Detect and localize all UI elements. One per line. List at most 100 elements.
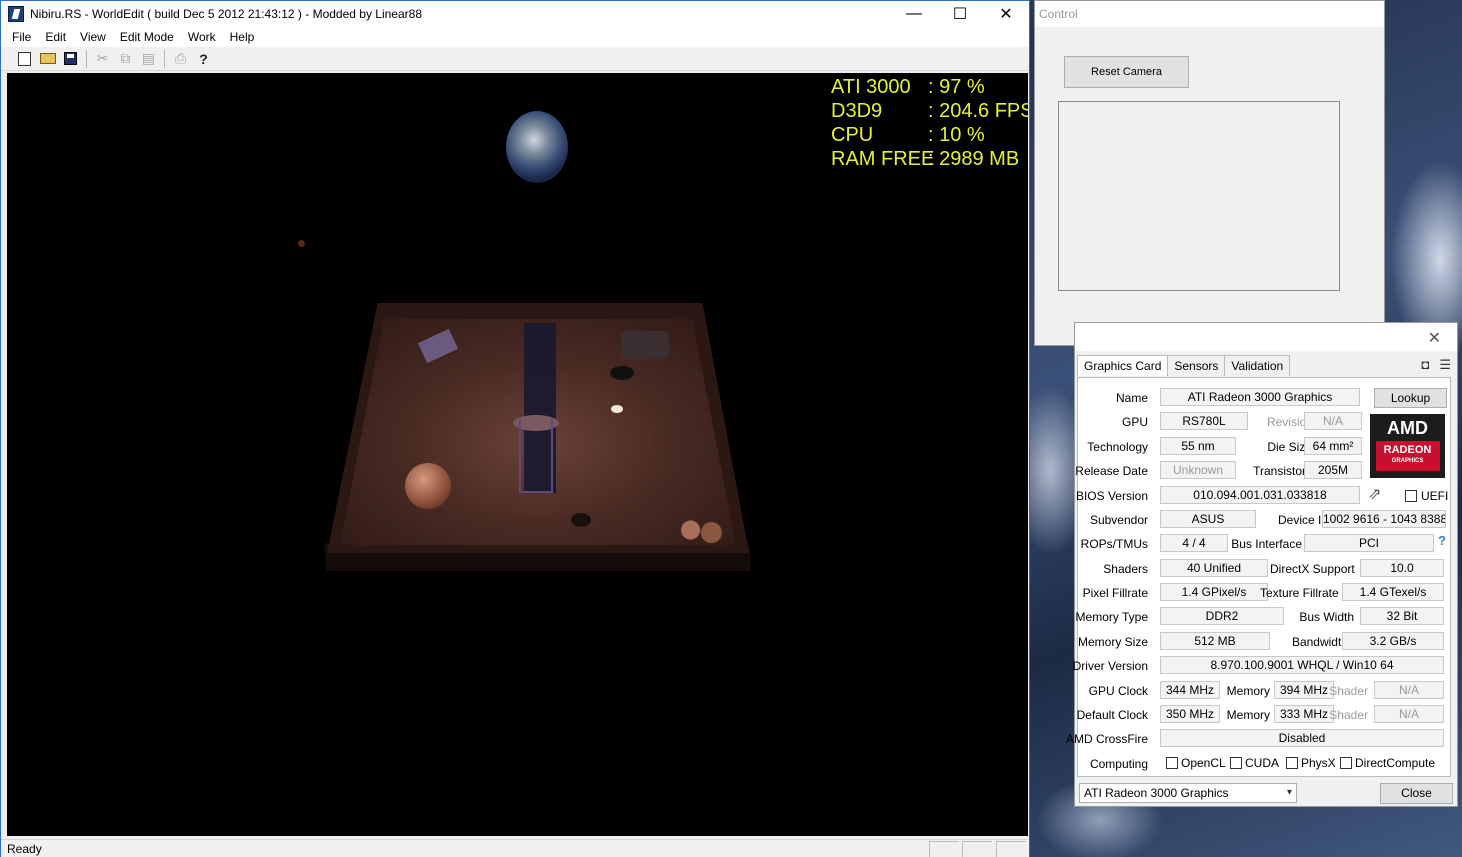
card-select[interactable]: ATI Radeon 3000 Graphics ▾ [1079,783,1297,803]
default-shader-field: N/A [1374,705,1444,723]
pixel-fillrate-label: Pixel Fillrate [1082,586,1148,600]
bandwidth-field: 3.2 GB/s [1342,632,1444,650]
cuda-label: CUDA [1245,756,1280,770]
gpu-clock-label: GPU Clock [1088,684,1148,698]
directx-support-field: 10.0 [1360,559,1444,577]
cut-button[interactable]: ✂ [91,48,114,70]
3d-viewport[interactable]: ATI 3000: 97 % D3D9: 204.6 FPS CPU: 10 %… [7,73,1028,836]
stat-ram: RAM FREE: 2989 MB [831,147,1028,171]
pots-object [675,517,727,543]
bus-interface-label: Bus Interface [1231,537,1302,551]
memory-size-label: Memory Size [1077,635,1148,649]
maximize-button[interactable]: ☐ [937,1,983,27]
radeon-text: RADEON [1383,444,1432,456]
physx-label: PhysX [1301,756,1336,770]
graphics-card-panel: Name ATI Radeon 3000 Graphics Lookup GPU… [1066,377,1451,777]
open-button[interactable] [36,48,59,70]
device-id-field: 1002 9616 - 1043 8388 [1322,510,1446,528]
menu-view[interactable]: View [73,27,113,47]
subvendor-field: ASUS [1160,510,1256,528]
die-size-label: Die Size [1267,440,1312,454]
copy-icon: ⧉ [120,50,131,66]
tab-sensors[interactable]: Sensors [1167,355,1226,376]
menu-icon[interactable]: ☰ [1439,357,1451,373]
machine-object [621,331,669,359]
directcompute-checkbox[interactable] [1340,757,1352,769]
save-disk-icon [64,52,77,65]
shaders-label: Shaders [1103,562,1148,576]
gpu-label: GPU [1121,415,1148,429]
texture-fillrate-label: Texture Fillrate [1260,586,1339,600]
memory-clock-label: Memory [1226,684,1270,698]
default-memory-field: 333 MHz [1274,705,1334,723]
directcompute-label: DirectCompute [1355,756,1436,770]
texture-fillrate-field: 1.4 GTexel/s [1342,583,1444,601]
menu-help[interactable]: Help [223,27,262,47]
rops-tmus-label: ROPs/TMUs [1080,537,1148,551]
cuda-checkbox[interactable] [1230,757,1242,769]
memory-size-field: 512 MB [1160,632,1270,650]
stat-label: CPU [831,124,874,146]
amd-radeon-logo: AMD RADEON GRAPHICS [1370,414,1445,478]
physx-checkbox[interactable] [1286,757,1298,769]
gpuz-title-bar[interactable]: ✕ [1075,323,1457,351]
disc-object [610,366,634,380]
menu-edit[interactable]: Edit [38,27,73,47]
menu-file[interactable]: File [5,27,38,47]
tab-graphics-card[interactable]: Graphics Card [1077,355,1169,376]
reset-camera-button[interactable]: Reset Camera [1064,56,1189,88]
crossfire-field: Disabled [1160,729,1444,747]
status-pane [962,841,992,857]
paste-button[interactable]: ▤ [137,48,160,70]
status-bar: Ready [1,839,1029,857]
shader-clock-label: Shader [1329,684,1368,698]
stat-label: D3D9 [831,100,883,122]
print-button[interactable]: ⎙ [169,48,192,70]
question-icon[interactable]: ? [1438,533,1446,548]
app-icon [8,6,24,22]
stat-gpu: ATI 3000: 97 % [831,75,1028,99]
name-label: Name [1115,391,1148,405]
memory-type-field: DDR2 [1160,607,1284,625]
toolbar-separator [164,49,165,68]
new-file-icon [18,51,31,66]
memory-clock-field: 394 MHz [1274,681,1334,699]
gpuz-close-button[interactable]: Close [1380,783,1453,804]
paste-icon: ▤ [141,50,156,66]
minimize-button[interactable]: — [891,1,937,27]
opencl-label: OpenCL [1181,756,1226,770]
scissors-icon: ✂ [96,50,109,66]
menu-edit-mode[interactable]: Edit Mode [113,27,181,47]
device-id-label: Device ID [1277,513,1330,527]
copy-button[interactable]: ⧉ [114,48,137,70]
radeon-sub-text: GRAPHICS [1391,458,1424,464]
release-date-label: Release Date [1075,464,1148,478]
title-bar[interactable]: Nibiru.RS - WorldEdit ( build Dec 5 2012… [1,1,1029,27]
bus-width-field: 32 Bit [1360,607,1444,625]
help-button[interactable]: ? [192,48,215,70]
light-object [611,405,623,413]
control-title: Control [1035,1,1384,27]
die-size-field: 64 mm² [1304,437,1362,455]
shaders-field: 40 Unified [1160,559,1268,577]
technology-field: 55 nm [1160,437,1236,455]
save-button[interactable] [59,48,82,70]
close-button[interactable]: ✕ [983,1,1029,27]
uefi-checkbox[interactable] [1405,490,1417,502]
camera-icon[interactable]: ◘ [1421,357,1429,373]
tab-validation[interactable]: Validation [1224,355,1291,376]
open-folder-icon [39,53,56,64]
chevron-down-icon: ▾ [1286,787,1292,798]
stat-fps: D3D9: 204.6 FPS [831,99,1028,123]
share-icon[interactable]: ⇗ [1368,484,1381,504]
release-date-field: Unknown [1160,461,1236,479]
earth-planet [506,111,568,183]
technology-label: Technology [1087,440,1148,454]
control-panel-box [1058,101,1340,291]
gpuz-close-icon[interactable]: ✕ [1428,328,1441,348]
opencl-checkbox[interactable] [1166,757,1178,769]
new-file-button[interactable] [13,48,36,70]
lookup-button[interactable]: Lookup [1374,388,1447,408]
menu-work[interactable]: Work [181,27,223,47]
shader-clock-field: N/A [1374,681,1444,699]
